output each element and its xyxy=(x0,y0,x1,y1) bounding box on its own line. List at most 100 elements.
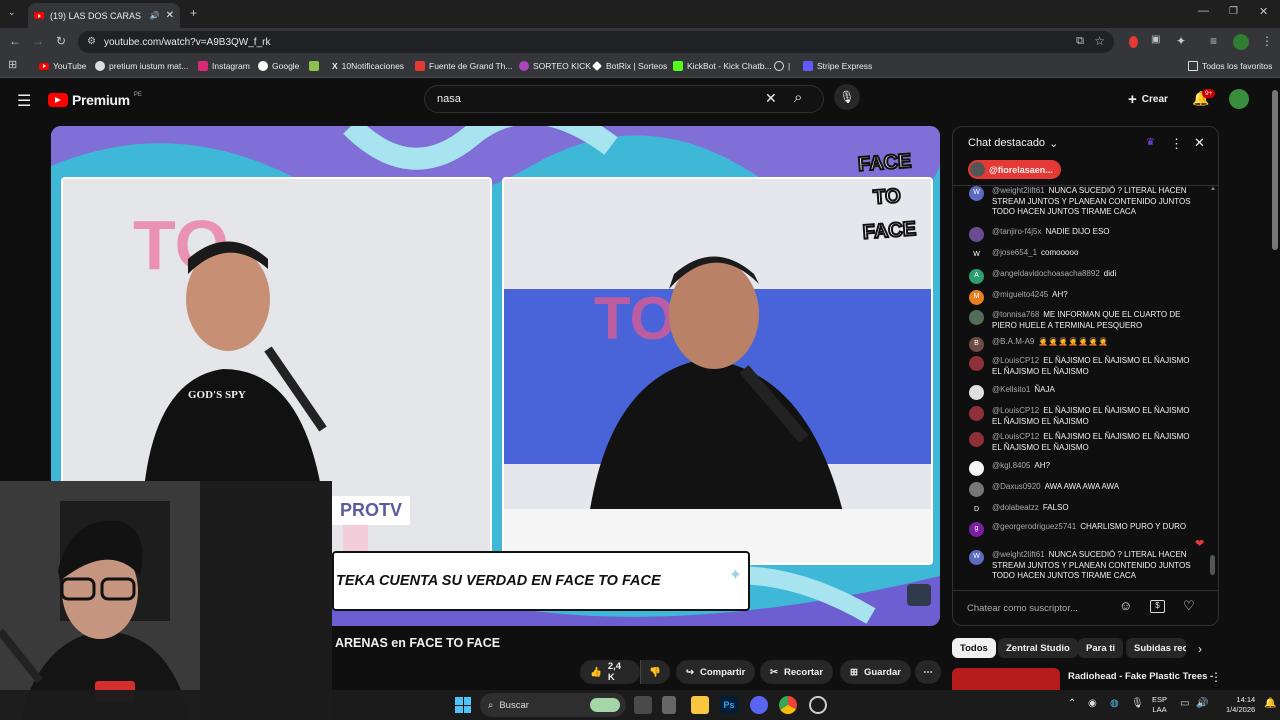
search-icon[interactable]: ⌕ xyxy=(794,89,802,106)
bookmark-colorful-icon[interactable] xyxy=(309,61,319,71)
chat-input[interactable]: Chatear como suscriptor... xyxy=(967,598,1121,618)
more-actions-button[interactable]: ⋯ xyxy=(915,660,941,684)
bookmark-youtube[interactable]: YouTube xyxy=(39,61,86,71)
bookmark-google[interactable]: Google xyxy=(258,61,299,71)
photoshop-icon[interactable]: Ps xyxy=(720,696,738,714)
notification-center-icon[interactable]: 🔔 xyxy=(1264,698,1276,709)
recommendation-menu-icon[interactable]: ⋮ xyxy=(1210,670,1222,684)
close-chat-icon[interactable]: ✕ xyxy=(1194,135,1205,151)
extensions-puzzle-icon[interactable]: ✦ xyxy=(1176,35,1186,47)
chat-scrollbar[interactable] xyxy=(1210,555,1215,575)
chat-avatar[interactable]: W xyxy=(969,248,984,263)
page-scrollbar[interactable] xyxy=(1272,90,1278,250)
crown-icon[interactable]: ♛ xyxy=(1146,137,1155,148)
chat-avatar[interactable] xyxy=(969,310,984,325)
bookmark-instagram[interactable]: Instagram xyxy=(198,61,250,71)
chat-avatar[interactable]: M xyxy=(969,290,984,305)
chat-author[interactable]: @Kellsito1 xyxy=(992,385,1030,394)
menu-kebab-icon[interactable]: ⋮ xyxy=(1261,35,1273,47)
chat-author[interactable]: @LouisCP12 xyxy=(992,406,1039,415)
chat-avatar[interactable] xyxy=(969,406,984,421)
chat-author[interactable]: @LouisCP12 xyxy=(992,432,1039,441)
tab-search-icon[interactable]: ⌄ xyxy=(8,8,16,17)
chat-author[interactable]: @jose654_1 xyxy=(992,248,1037,257)
restore-icon[interactable]: ❐ xyxy=(1229,7,1238,17)
new-tab-icon[interactable]: + xyxy=(190,7,197,19)
pinned-user-chip[interactable]: @fiorelasaen... xyxy=(968,160,1061,179)
chat-author[interactable]: @Daxus0920 xyxy=(992,482,1041,491)
profile-avatar[interactable] xyxy=(1233,34,1249,50)
chat-avatar[interactable]: D xyxy=(969,503,984,518)
chat-avatar[interactable]: W xyxy=(969,550,984,565)
share-button[interactable]: ↪ Compartir xyxy=(676,660,756,684)
heart-icon[interactable]: ♡ xyxy=(1183,598,1195,614)
all-bookmarks-folder[interactable]: Todos los favoritos xyxy=(1188,61,1272,71)
voice-search-icon[interactable]: 🎙 xyxy=(834,84,860,110)
tray-mic-icon[interactable]: 🎙 xyxy=(1131,698,1144,709)
chip-subidas[interactable]: Subidas rec xyxy=(1126,638,1186,658)
recommendation-title[interactable]: Radiohead - Fake Plastic Trees - xyxy=(1068,671,1213,682)
dislike-button[interactable]: 👎 xyxy=(640,660,670,684)
chat-avatar[interactable] xyxy=(969,385,984,400)
chat-avatar[interactable]: A xyxy=(969,269,984,284)
file-explorer-icon[interactable] xyxy=(691,696,709,714)
chat-author[interactable]: @tonnisa768 xyxy=(992,310,1039,319)
bookmark-whatsapp[interactable]: | xyxy=(774,61,790,71)
user-avatar[interactable] xyxy=(1229,89,1249,109)
chat-menu-icon[interactable]: ⋮ xyxy=(1170,136,1183,152)
apps-grid-icon[interactable]: ⊞ xyxy=(8,60,17,71)
clip-button[interactable]: ✂ Recortar xyxy=(760,660,834,684)
scroll-up-icon[interactable]: ▲ xyxy=(1210,186,1216,192)
taskbar-search[interactable]: ⌕ Buscar xyxy=(480,693,626,717)
chat-author[interactable]: @LouisCP12 xyxy=(992,356,1039,365)
reload-icon[interactable]: ↻ xyxy=(56,35,66,47)
hamburger-menu-icon[interactable]: ☰ xyxy=(17,91,31,111)
create-button[interactable]: + Crear xyxy=(1128,91,1168,108)
chat-author[interactable]: @weight2lift61 xyxy=(992,550,1045,559)
super-chat-icon[interactable]: $ xyxy=(1150,600,1165,613)
chat-avatar[interactable] xyxy=(969,227,984,242)
save-button[interactable]: ⊞ Guardar xyxy=(840,660,911,684)
tray-steam-icon[interactable]: ◍ xyxy=(1110,698,1119,709)
chat-avatar[interactable] xyxy=(969,356,984,371)
extension-icon[interactable]: ▣ xyxy=(1151,35,1160,45)
chat-avatar[interactable]: W xyxy=(969,186,984,201)
back-icon[interactable]: ← xyxy=(9,35,21,47)
like-button[interactable]: 👍 2,4 K xyxy=(580,660,640,684)
address-bar[interactable]: ⚙ youtube.com/watch?v=A9B3QW_f_rk ⧉ ☆ xyxy=(78,31,1114,53)
chat-mode-dropdown[interactable]: Chat destacado ⌄ xyxy=(968,137,1058,150)
reading-list-icon[interactable]: ≡ xyxy=(1210,35,1217,47)
chips-next-icon[interactable]: › xyxy=(1198,642,1202,656)
chat-author[interactable]: @kgl.8405 xyxy=(992,461,1030,470)
minimize-icon[interactable]: — xyxy=(1198,6,1209,17)
phone-link-icon[interactable] xyxy=(662,696,676,714)
site-info-icon[interactable]: ⚙ xyxy=(87,36,96,47)
bookmark-kickbot[interactable]: KickBot - Kick Chatb... xyxy=(673,61,772,71)
chip-para-ti[interactable]: Para ti xyxy=(1078,638,1124,658)
obs-icon[interactable] xyxy=(809,696,827,714)
clock[interactable]: 14:14 1/4/2026 xyxy=(1226,695,1255,715)
chat-author[interactable]: @tanjiro-f4j5x xyxy=(992,227,1041,236)
chat-author[interactable]: @georgerodriguez5741 xyxy=(992,522,1076,531)
chip-zentral-studio[interactable]: Zentral Studio xyxy=(998,638,1078,658)
bookmark-stripe[interactable]: Stripe Express xyxy=(803,61,872,71)
windows-start-icon[interactable] xyxy=(455,697,471,713)
extension-red-icon[interactable] xyxy=(1129,36,1138,48)
chat-author[interactable]: @weight2lift61 xyxy=(992,186,1045,195)
chrome-icon[interactable] xyxy=(779,696,797,714)
bookmark-pretium[interactable]: pretium iustum mat... xyxy=(95,61,188,71)
chat-avatar[interactable]: B xyxy=(969,337,984,352)
cast-icon[interactable]: ⧉ xyxy=(1076,35,1084,48)
recommendation-thumbnail[interactable] xyxy=(952,668,1060,690)
tray-chevron-icon[interactable]: ⌃ xyxy=(1068,698,1076,709)
tray-app-icon[interactable]: ◉ xyxy=(1088,698,1097,709)
network-icon[interactable]: ▭ xyxy=(1180,698,1189,709)
chat-avatar[interactable]: g xyxy=(969,522,984,537)
chip-todos[interactable]: Todos xyxy=(952,638,996,658)
discord-icon[interactable] xyxy=(750,696,768,714)
close-window-icon[interactable]: ✕ xyxy=(1259,7,1268,18)
chat-author[interactable]: @miguelto4245 xyxy=(992,290,1048,299)
emoji-icon[interactable]: ☺ xyxy=(1119,598,1132,613)
close-tab-icon[interactable]: ✕ xyxy=(166,10,174,21)
bookmark-10notificaciones[interactable]: X 10Notificaciones xyxy=(332,61,404,71)
